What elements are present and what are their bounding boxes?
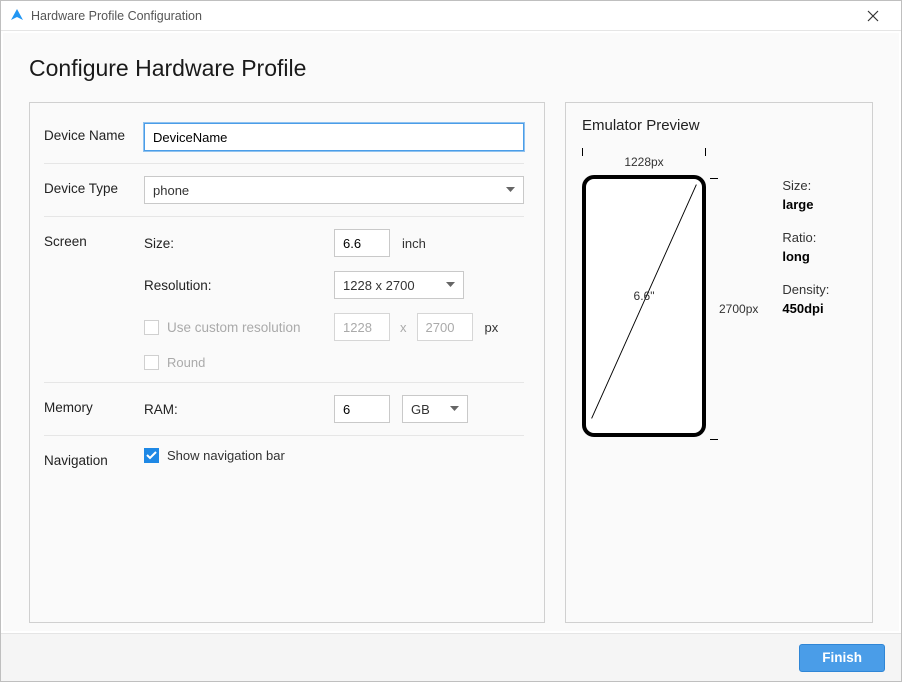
resolution-dropdown[interactable]: 1228 x 2700 bbox=[334, 271, 464, 299]
navigation-label: Navigation bbox=[44, 448, 144, 468]
resolution-value: 1228 x 2700 bbox=[343, 278, 415, 293]
screen-size-unit: inch bbox=[402, 236, 426, 251]
preview-height-column: 2700px bbox=[706, 178, 758, 440]
section-navigation: Navigation Show navigation bar bbox=[44, 436, 524, 480]
footer: Finish bbox=[1, 633, 901, 681]
preview-height-label: 2700px bbox=[719, 302, 758, 316]
titlebar: Hardware Profile Configuration bbox=[1, 1, 901, 31]
section-device-type: Device Type phone bbox=[44, 164, 524, 217]
preview-device-column: 1228px 6.6" bbox=[582, 152, 706, 440]
chevron-down-icon bbox=[506, 187, 515, 193]
ram-unit-value: GB bbox=[411, 402, 430, 417]
chevron-down-icon bbox=[446, 282, 455, 288]
form-panel: Device Name Device Type phone bbox=[29, 102, 545, 623]
close-button[interactable] bbox=[853, 1, 893, 31]
panels-row: Device Name Device Type phone bbox=[29, 102, 873, 623]
screen-size-label: Size: bbox=[144, 236, 334, 251]
app-logo-icon bbox=[9, 8, 25, 24]
show-nav-checkbox[interactable] bbox=[144, 448, 159, 463]
device-type-value: phone bbox=[153, 183, 189, 198]
ram-input[interactable] bbox=[334, 395, 390, 423]
device-type-label: Device Type bbox=[44, 176, 144, 196]
preview-specs: Size: large Ratio: long Density: 450dpi bbox=[782, 178, 829, 440]
section-memory: Memory RAM: GB bbox=[44, 383, 524, 436]
page-title: Configure Hardware Profile bbox=[29, 55, 873, 82]
device-diagonal-label: 6.6" bbox=[634, 289, 655, 303]
window-title: Hardware Profile Configuration bbox=[31, 9, 853, 23]
device-frame: 6.6" bbox=[582, 175, 706, 437]
spec-size-value: large bbox=[782, 197, 829, 212]
round-label: Round bbox=[167, 355, 205, 370]
custom-res-separator: x bbox=[400, 320, 407, 335]
preview-title: Emulator Preview bbox=[582, 117, 856, 134]
device-name-input[interactable] bbox=[144, 123, 524, 151]
chevron-down-icon bbox=[450, 406, 459, 412]
content-area: Configure Hardware Profile Device Name D… bbox=[3, 33, 899, 631]
finish-button[interactable]: Finish bbox=[799, 644, 885, 672]
memory-label: Memory bbox=[44, 395, 144, 415]
section-device-name: Device Name bbox=[44, 119, 524, 164]
spec-ratio-value: long bbox=[782, 249, 829, 264]
show-nav-label: Show navigation bar bbox=[167, 448, 285, 463]
spec-ratio-label: Ratio: bbox=[782, 230, 829, 245]
spec-size-label: Size: bbox=[782, 178, 829, 193]
resolution-label: Resolution: bbox=[144, 278, 334, 293]
custom-width-input bbox=[334, 313, 390, 341]
device-name-label: Device Name bbox=[44, 123, 144, 143]
ram-unit-dropdown[interactable]: GB bbox=[402, 395, 468, 423]
custom-height-input bbox=[417, 313, 473, 341]
custom-res-unit: px bbox=[485, 320, 499, 335]
screen-size-input[interactable] bbox=[334, 229, 390, 257]
ram-label: RAM: bbox=[144, 402, 334, 417]
preview-width-tick bbox=[582, 152, 706, 153]
custom-resolution-label: Use custom resolution bbox=[167, 320, 301, 335]
spec-density-label: Density: bbox=[782, 282, 829, 297]
screen-label: Screen bbox=[44, 229, 144, 249]
round-checkbox bbox=[144, 355, 159, 370]
preview-body: 1228px 6.6" 2700px Size: bbox=[582, 152, 856, 440]
section-screen: Screen Size: inch Resolution: 1228 x 270… bbox=[44, 217, 524, 383]
device-type-dropdown[interactable]: phone bbox=[144, 176, 524, 204]
preview-width-label: 1228px bbox=[624, 155, 663, 169]
custom-resolution-row: Use custom resolution bbox=[144, 320, 334, 335]
preview-height-tick bbox=[714, 178, 715, 440]
custom-resolution-checkbox bbox=[144, 320, 159, 335]
preview-panel: Emulator Preview 1228px 6.6" bbox=[565, 102, 873, 623]
spec-density-value: 450dpi bbox=[782, 301, 829, 316]
dialog-window: Hardware Profile Configuration Configure… bbox=[0, 0, 902, 682]
